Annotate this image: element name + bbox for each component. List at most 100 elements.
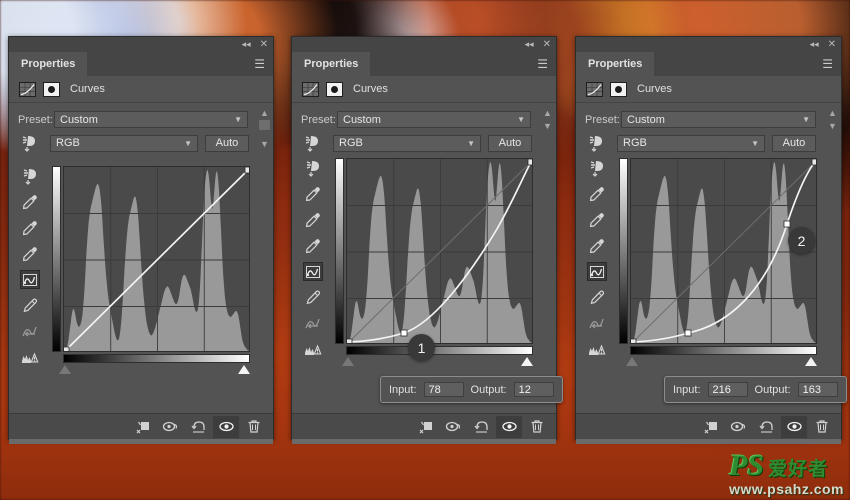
scroll-down-icon[interactable]: ▼ [828,121,837,132]
eyedropper-white-point-icon[interactable] [303,236,323,255]
curve-control-point[interactable] [347,338,353,344]
curve-control-point[interactable] [811,159,817,166]
on-image-adjust-icon[interactable] [18,134,40,152]
output-field[interactable]: 163 [797,382,838,397]
curve-grid[interactable] [63,166,250,352]
curve-control-point[interactable] [527,159,533,166]
clipping-warning-icon[interactable] [20,348,40,367]
black-point-handle[interactable] [59,365,71,374]
clip-to-layer-button[interactable] [412,416,438,438]
clipping-warning-icon[interactable] [587,340,607,359]
delete-adjustment-button[interactable] [241,416,267,438]
curve-control-point[interactable] [400,329,408,337]
preset-select[interactable]: Custom ▼ [337,111,531,128]
white-point-handle[interactable] [805,357,817,366]
scroll-up-icon[interactable]: ▲ [260,108,269,119]
input-field[interactable]: 78 [423,382,464,397]
black-point-handle[interactable] [626,357,638,366]
tab-properties[interactable]: Properties [292,52,371,76]
curve-control-point[interactable] [244,167,250,174]
on-image-adjust-icon[interactable] [587,158,607,177]
eyedropper-gray-point-icon[interactable] [303,210,323,229]
curves-adjustment-thumbnail-icon[interactable] [586,81,603,97]
scroll-thumb[interactable] [259,120,270,131]
curve-control-point[interactable] [631,338,637,344]
panel-scrollbar[interactable]: ▲ ▼ [541,108,554,131]
scroll-up-icon[interactable]: ▲ [828,108,837,119]
white-point-handle[interactable] [521,357,533,366]
auto-button[interactable]: Auto [205,134,249,152]
pencil-draw-tool-icon[interactable] [20,296,40,315]
eyedropper-black-point-icon[interactable] [303,184,323,203]
eyedropper-white-point-icon[interactable] [20,244,40,263]
auto-button[interactable]: Auto [488,134,532,152]
toggle-visibility-button[interactable] [781,415,807,438]
smooth-curve-icon[interactable] [20,322,40,341]
eyedropper-gray-point-icon[interactable] [587,210,607,229]
toggle-visibility-button[interactable] [496,415,522,438]
panel-menu-icon[interactable]: ☰ [254,52,273,76]
toggle-layer-mask-button[interactable] [157,416,183,438]
tab-properties[interactable]: Properties [9,52,88,76]
collapse-panel-icon[interactable]: ◂◂ [810,40,819,49]
collapse-panel-icon[interactable]: ◂◂ [525,40,534,49]
black-point-handle[interactable] [342,357,354,366]
layer-mask-thumbnail[interactable] [43,81,60,97]
curve-edit-tool-icon[interactable] [303,262,323,281]
curve-control-point[interactable] [64,346,70,352]
delete-adjustment-button[interactable] [809,416,835,438]
curve-edit-tool-icon[interactable] [587,262,607,281]
pencil-draw-tool-icon[interactable] [303,288,323,307]
curve-control-point[interactable] [783,220,791,228]
reset-adjustment-button[interactable] [468,416,494,438]
curves-adjustment-thumbnail-icon[interactable] [302,81,319,97]
channel-select[interactable]: RGB ▼ [50,134,198,152]
layer-mask-thumbnail[interactable] [326,81,343,97]
delete-adjustment-button[interactable] [524,416,550,438]
clipping-warning-icon[interactable] [303,340,323,359]
white-point-handle[interactable] [238,365,250,374]
reset-adjustment-button[interactable] [185,416,211,438]
scroll-down-icon[interactable]: ▼ [543,121,552,132]
eyedropper-black-point-icon[interactable] [587,184,607,203]
on-image-adjust-icon[interactable] [303,158,323,177]
channel-select[interactable]: RGB ▼ [617,134,765,152]
tab-properties[interactable]: Properties [576,52,655,76]
panel-scrollbar[interactable]: ▲ ▼ [258,108,271,150]
pencil-draw-tool-icon[interactable] [587,288,607,307]
eyedropper-gray-point-icon[interactable] [20,218,40,237]
preset-select[interactable]: Custom ▼ [54,111,248,128]
on-image-adjust-icon[interactable] [301,134,323,152]
panel-menu-icon[interactable]: ☰ [537,52,556,76]
close-panel-icon[interactable]: ✕ [260,39,268,50]
on-image-adjust-icon[interactable] [20,166,40,185]
scroll-track[interactable] [259,120,270,138]
curve-grid[interactable] [346,158,533,344]
channel-select[interactable]: RGB ▼ [333,134,481,152]
auto-button[interactable]: Auto [772,134,816,152]
toggle-layer-mask-button[interactable] [440,416,466,438]
panel-scrollbar[interactable]: ▲ ▼ [826,108,839,131]
clip-to-layer-button[interactable] [129,416,155,438]
curve-grid[interactable] [630,158,817,344]
scroll-down-icon[interactable]: ▼ [260,139,269,150]
close-panel-icon[interactable]: ✕ [543,39,551,50]
preset-select[interactable]: Custom ▼ [621,111,816,128]
toggle-visibility-button[interactable] [213,415,239,438]
input-field[interactable]: 216 [707,382,748,397]
on-image-adjust-icon[interactable] [585,134,607,152]
collapse-panel-icon[interactable]: ◂◂ [242,40,251,49]
output-field[interactable]: 12 [513,382,554,397]
clip-to-layer-button[interactable] [697,416,723,438]
scroll-up-icon[interactable]: ▲ [543,108,552,119]
smooth-curve-icon[interactable] [587,314,607,333]
reset-adjustment-button[interactable] [753,416,779,438]
panel-menu-icon[interactable]: ☰ [822,52,841,76]
layer-mask-thumbnail[interactable] [610,81,627,97]
curve-control-point[interactable] [684,329,692,337]
smooth-curve-icon[interactable] [303,314,323,333]
eyedropper-white-point-icon[interactable] [587,236,607,255]
close-panel-icon[interactable]: ✕ [828,39,836,50]
toggle-layer-mask-button[interactable] [725,416,751,438]
curve-edit-tool-icon[interactable] [20,270,40,289]
